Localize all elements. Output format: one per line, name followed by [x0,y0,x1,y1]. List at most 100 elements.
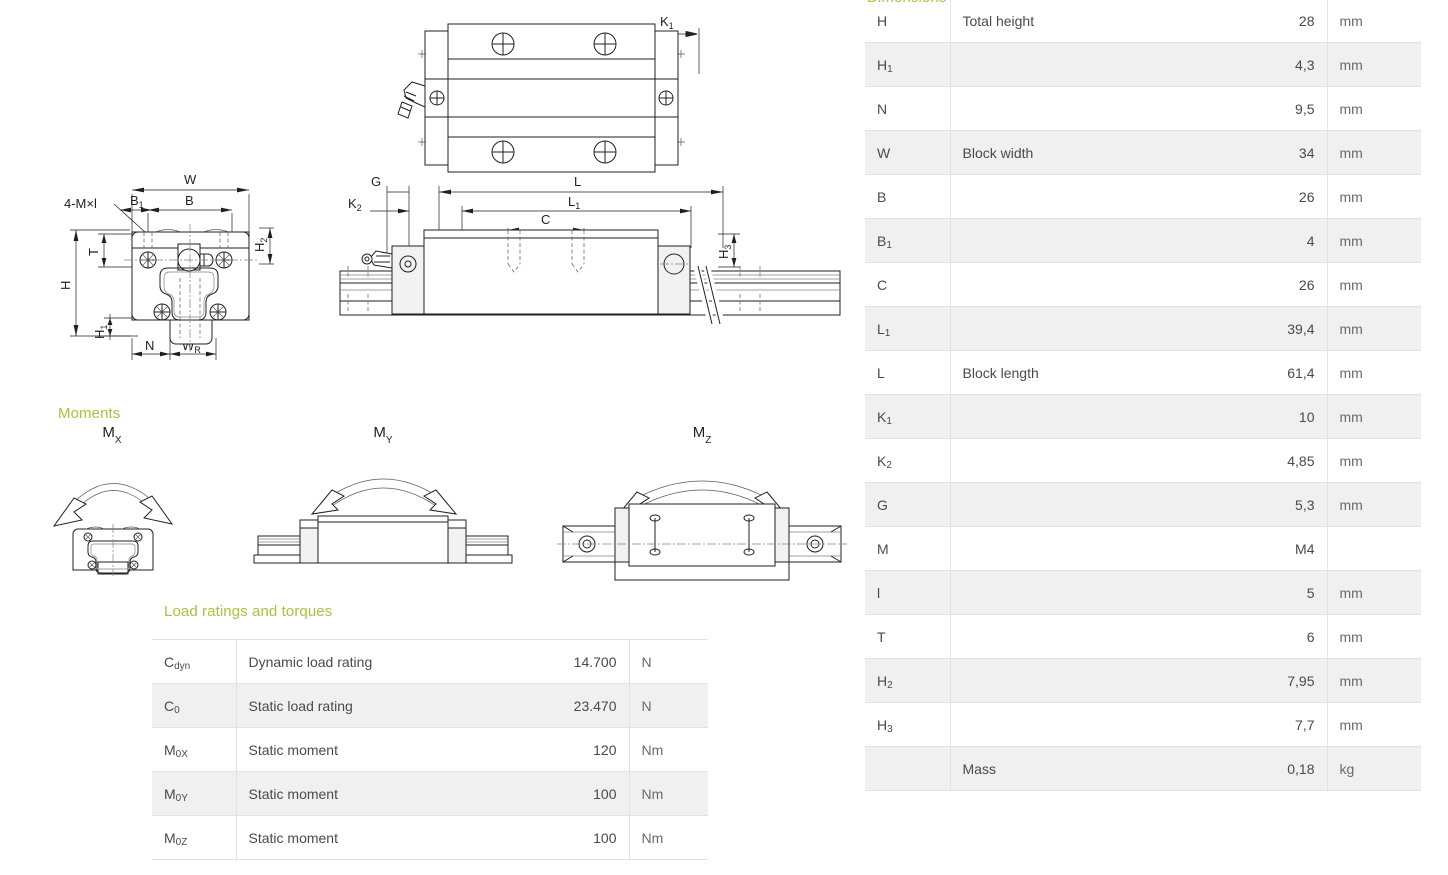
row-value: 34 [1225,130,1328,175]
moment-figure-my: MY [252,424,514,564]
row-unit: mm [1327,482,1421,527]
row-description [950,658,1225,703]
drawing-top-view: K1 [392,6,722,173]
row-value: 0,18 [1225,746,1328,791]
dim-label-k2: K2 [348,196,362,213]
row-value: 120 [513,727,630,772]
drawing-front-view: W B1 B 4-M×l H2 H T H1 N WR [52,168,352,368]
row-description: Mass [950,746,1225,791]
row-description [950,86,1225,131]
load-ratings-tbody: Cdyn Dynamic load rating 14.700 N C0 Static l… [152,639,708,860]
row-unit: mm [1327,614,1421,659]
table-row: K1 10 mm [865,394,1421,439]
dim-label-b1: B1 [130,193,144,210]
dim-label-g: G [371,174,381,189]
row-symbol-subscript: 1 [887,63,893,75]
row-unit: mm [1327,218,1421,263]
row-symbol-subscript: 1 [886,415,892,427]
row-description [950,262,1225,307]
row-unit: N [629,683,708,728]
table-row: K2 4,85 mm [865,438,1421,483]
table-row: T 6 mm [865,614,1421,659]
table-row: C0 Static load rating 23.470 N [152,683,708,728]
dim-label-4-m-l: 4-M×l [64,196,97,211]
row-description: Total height [950,0,1225,43]
drawing-side-view: L L1 C G K2 H3 [339,166,841,351]
row-symbol: T [865,614,951,659]
row-symbol-subscript: 0 [174,704,180,716]
moment-label-my: MY [373,424,393,446]
row-value: 28 [1225,0,1328,43]
row-unit: mm [1327,306,1421,351]
table-row: M0Z Static moment 100 Nm [152,815,708,860]
dim-label-n: N [145,338,154,353]
table-row: l 5 mm [865,570,1421,615]
table-row: M0Y Static moment 100 Nm [152,771,708,816]
row-unit: mm [1327,350,1421,395]
load-ratings-section: Load ratings and torques Cdyn Dynamic loa… [152,603,708,860]
row-unit: mm [1327,174,1421,219]
row-unit: mm [1327,0,1421,43]
table-row: N 9,5 mm [865,86,1421,131]
row-value: 9,5 [1225,86,1328,131]
row-value: 4,85 [1225,438,1328,483]
dim-label-l1: L1 [568,194,580,211]
table-row: G 5,3 mm [865,482,1421,527]
dim-label-w: W [184,172,197,187]
row-description: Static moment [236,727,513,772]
row-description [950,42,1225,87]
table-row: C 26 mm [865,262,1421,307]
row-description [950,526,1225,571]
row-unit: mm [1327,658,1421,703]
row-description [950,438,1225,483]
row-symbol: C [865,262,951,307]
row-symbol: N [865,86,951,131]
row-description [950,614,1225,659]
row-symbol: l [865,570,951,615]
table-row: H3 7,7 mm [865,702,1421,747]
load-ratings-heading: Load ratings and torques [164,603,333,620]
row-symbol: M0Y [152,771,237,816]
row-description [950,570,1225,615]
dim-label-h1: H1 [92,325,109,339]
row-symbol-subscript: 1 [886,239,892,251]
row-unit: N [629,639,708,684]
row-symbol: B [865,174,951,219]
dim-label-k1: K1 [660,14,674,31]
row-symbol: H1 [865,42,951,87]
row-unit: mm [1327,86,1421,131]
table-row: L1 39,4 mm [865,306,1421,351]
row-unit: Nm [629,771,708,816]
moment-label-mx: MX [102,424,122,446]
row-value: 7,7 [1225,702,1328,747]
table-row: B1 4 mm [865,218,1421,263]
row-unit [1327,526,1421,571]
dimensions-heading: Dimensions [867,0,946,6]
dim-label-h3: H3 [716,245,733,259]
row-value: 10 [1225,394,1328,439]
dim-label-c: C [541,212,550,227]
row-symbol-subscript: 2 [886,459,892,471]
row-unit: mm [1327,130,1421,175]
row-symbol: K2 [865,438,951,483]
row-symbol: B1 [865,218,951,263]
row-symbol-subscript: 0Z [175,836,188,848]
row-unit: Nm [629,815,708,860]
row-description [950,702,1225,747]
row-symbol: L [865,350,951,395]
dim-label-t: T [86,248,101,256]
row-symbol: M [865,526,951,571]
table-row: M0X Static moment 120 Nm [152,727,708,772]
datasheet-page: K1 W B1 B 4-M×l H2 H T H1 N WR L L1 C G … [0,0,1448,875]
moment-figure-mz: MZ [557,424,847,581]
row-symbol: L1 [865,306,951,351]
row-description [950,306,1225,351]
row-description: Static moment [236,815,513,860]
row-symbol: H2 [865,658,951,703]
row-value: 100 [513,815,630,860]
row-unit: mm [1327,42,1421,87]
row-symbol: K1 [865,394,951,439]
row-value: 14.700 [513,639,630,684]
load-ratings-table: Cdyn Dynamic load rating 14.700 N C0 Static l… [152,639,708,860]
row-symbol: H3 [865,702,951,747]
